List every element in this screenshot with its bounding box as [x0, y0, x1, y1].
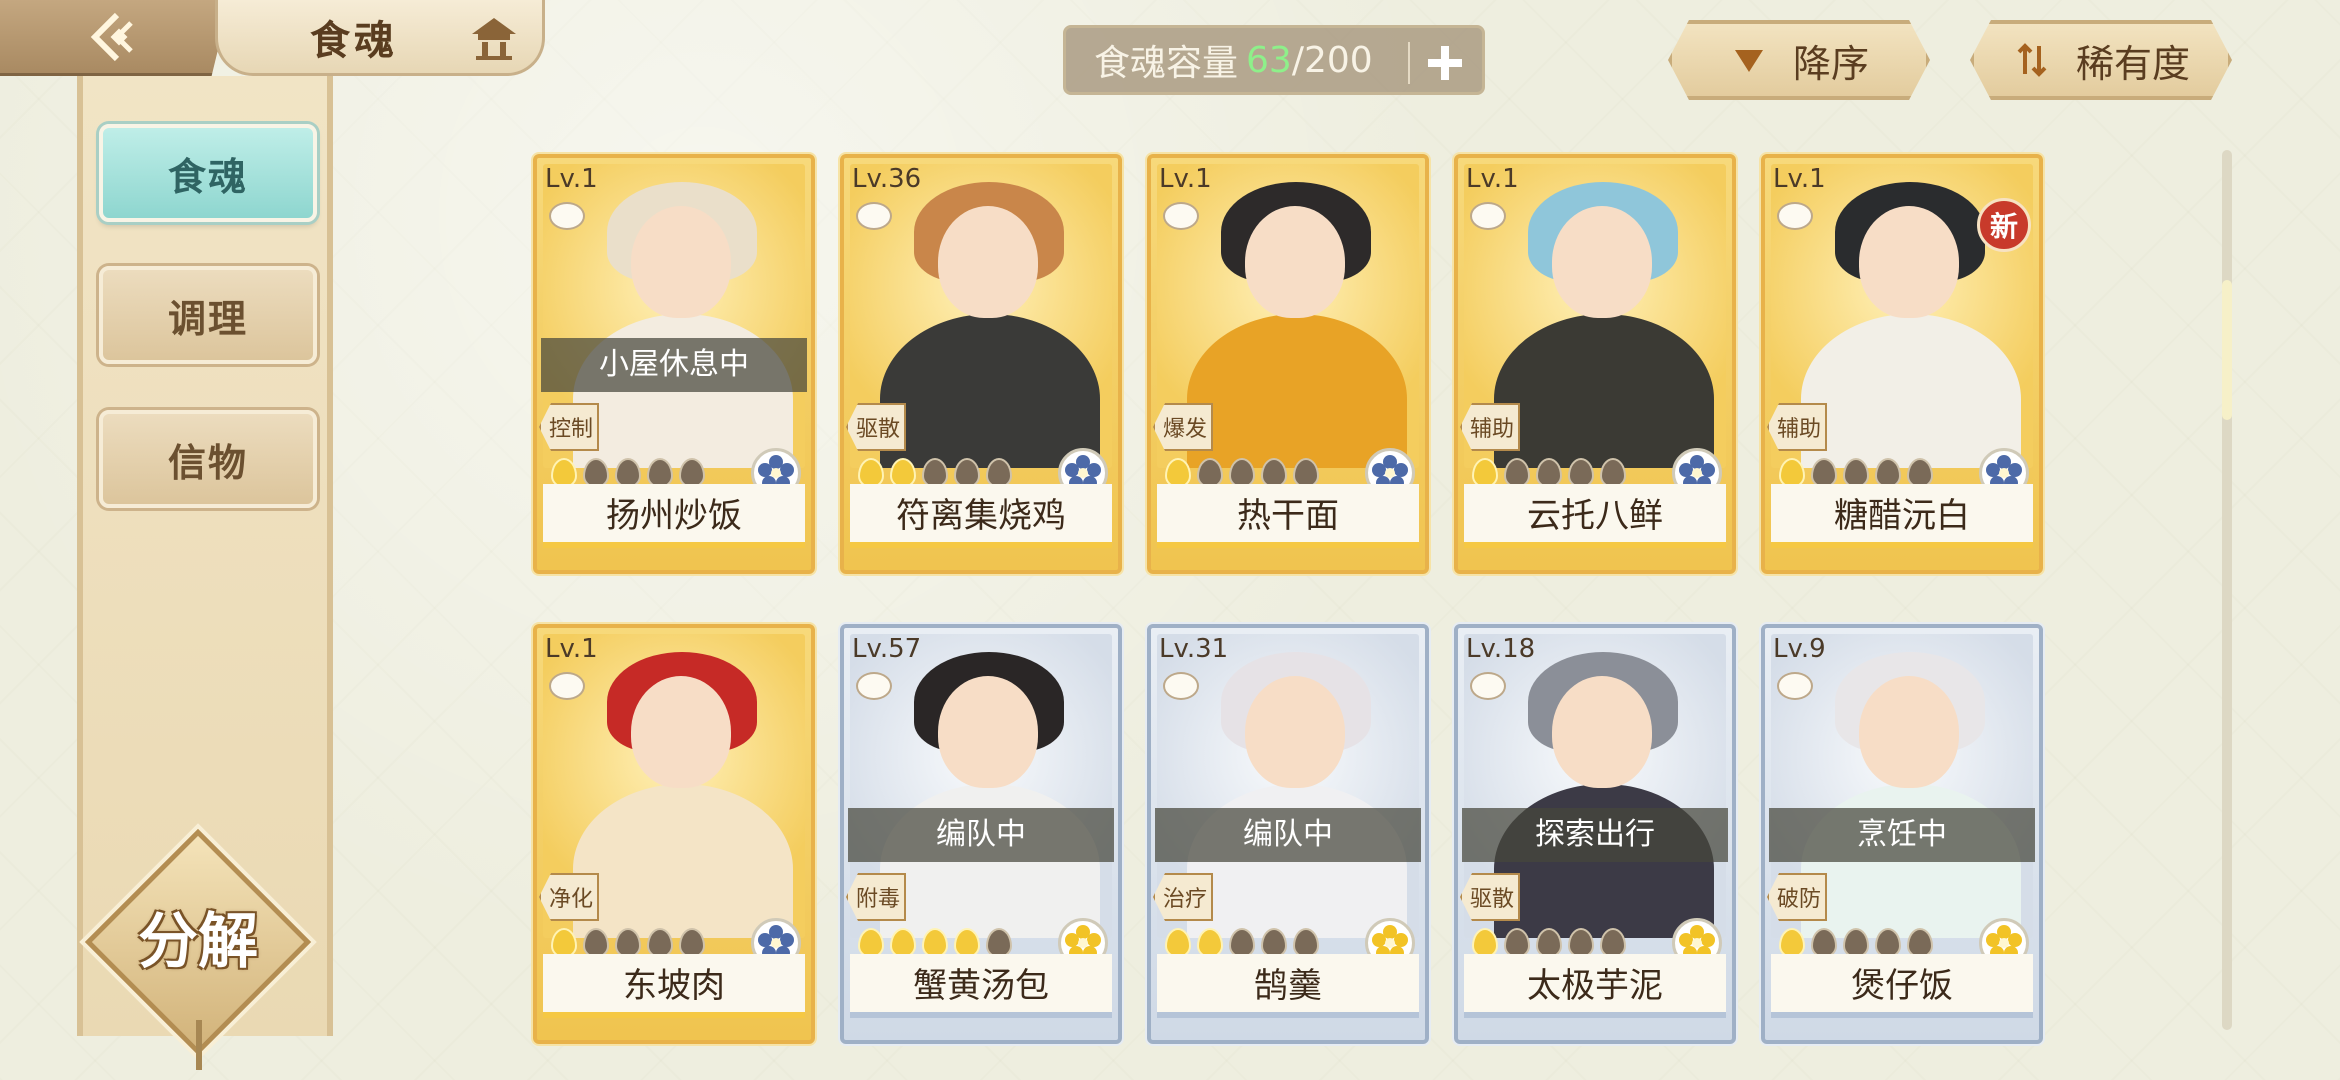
character-body — [573, 784, 793, 938]
bowl-icon — [1470, 672, 1506, 700]
card-name: 鹄羹 — [1157, 954, 1419, 1018]
food-soul-card[interactable]: Lv.1 爆发热干面 — [1147, 154, 1429, 574]
bowl-icon — [856, 672, 892, 700]
card-level: Lv.31 — [1159, 634, 1229, 664]
bowl-icon — [1777, 672, 1813, 700]
character-face — [631, 206, 731, 318]
card-name: 煲仔饭 — [1771, 954, 2033, 1018]
card-level: Lv.18 — [1466, 634, 1536, 664]
card-name: 糖醋沅白 — [1771, 484, 2033, 548]
character-body — [1494, 314, 1714, 468]
new-badge: 新 — [1977, 198, 2031, 252]
role-tag: 控制 — [539, 403, 599, 451]
divider — [1408, 42, 1410, 84]
card-name: 符离集烧鸡 — [850, 484, 1112, 548]
role-tag: 治疗 — [1153, 873, 1213, 921]
card-status: 探索出行 — [1462, 808, 1728, 862]
tassel-decoration — [196, 1020, 202, 1070]
character-face — [938, 676, 1038, 788]
sort-arrows-icon — [2012, 40, 2052, 80]
character-face — [1859, 206, 1959, 318]
food-soul-card[interactable]: Lv.1 辅助云托八鲜 — [1454, 154, 1736, 574]
character-face — [1859, 676, 1959, 788]
food-soul-card[interactable]: Lv.31 编队中治疗鹄羹 — [1147, 624, 1429, 1044]
role-tag: 驱散 — [846, 403, 906, 451]
role-tag: 爆发 — [1153, 403, 1213, 451]
role-tag: 破防 — [1767, 873, 1827, 921]
bowl-icon — [549, 672, 585, 700]
role-tag: 辅助 — [1767, 403, 1827, 451]
card-status: 编队中 — [1155, 808, 1421, 862]
bowl-icon — [856, 202, 892, 230]
character-face — [1245, 206, 1345, 318]
food-soul-card[interactable]: Lv.18 探索出行驱散太极芋泥 — [1454, 624, 1736, 1044]
card-level: Lv.1 — [1159, 164, 1212, 194]
food-soul-card[interactable]: Lv.1 净化东坡肉 — [533, 624, 815, 1044]
bowl-icon — [549, 202, 585, 230]
bowl-icon — [1163, 202, 1199, 230]
role-tag: 净化 — [539, 873, 599, 921]
title-banner: 食魂 — [215, 0, 545, 76]
character-face — [1245, 676, 1345, 788]
page-title: 食魂 — [310, 17, 398, 64]
tab-label: 调理 — [167, 296, 248, 341]
descending-icon — [1729, 40, 1769, 80]
capacity-current: 63 — [1246, 39, 1292, 81]
character-face — [938, 206, 1038, 318]
role-tag: 驱散 — [1460, 873, 1520, 921]
tab-label: 信物 — [167, 440, 248, 485]
sort-rarity-label: 稀有度 — [2075, 41, 2190, 86]
tab-conditioning[interactable]: 调理 — [99, 266, 317, 364]
card-level: Lv.36 — [852, 164, 922, 194]
sort-order-label: 降序 — [1792, 41, 1869, 86]
card-level: Lv.1 — [1466, 164, 1519, 194]
sort-order-button[interactable]: 降序 — [1668, 20, 1930, 100]
capacity-max: /200 — [1291, 39, 1373, 81]
character-face — [1552, 206, 1652, 318]
home-icon[interactable] — [468, 14, 520, 62]
capacity-label: 食魂容量 — [1094, 43, 1239, 84]
bowl-icon — [1777, 202, 1813, 230]
expand-capacity-button[interactable] — [1424, 42, 1466, 84]
scrollbar-thumb[interactable] — [2222, 280, 2232, 420]
plus-icon — [1428, 46, 1462, 80]
tab-label: 食魂 — [167, 154, 248, 199]
character-body — [1187, 314, 1407, 468]
card-status: 烹饪中 — [1769, 808, 2035, 862]
character-face — [631, 676, 731, 788]
character-body — [880, 314, 1100, 468]
food-soul-card[interactable]: Lv.36 驱散符离集烧鸡 — [840, 154, 1122, 574]
card-status: 编队中 — [848, 808, 1114, 862]
card-name: 蟹黄汤包 — [850, 954, 1112, 1018]
role-tag: 辅助 — [1460, 403, 1520, 451]
card-status: 小屋休息中 — [541, 338, 807, 392]
card-level: Lv.1 — [1773, 164, 1826, 194]
tab-food-souls[interactable]: 食魂 — [99, 124, 317, 222]
food-soul-card[interactable]: Lv.1 新辅助糖醋沅白 — [1761, 154, 2043, 574]
role-tag: 附毒 — [846, 873, 906, 921]
tab-tokens[interactable]: 信物 — [99, 410, 317, 508]
card-level: Lv.1 — [545, 164, 598, 194]
top-header: 食魂 — [0, 0, 545, 76]
card-name: 扬州炒饭 — [543, 484, 805, 548]
character-face — [1552, 676, 1652, 788]
back-button[interactable] — [0, 0, 230, 76]
card-level: Lv.9 — [1773, 634, 1826, 664]
card-name: 东坡肉 — [543, 954, 805, 1018]
card-name: 太极芋泥 — [1464, 954, 1726, 1018]
card-name: 热干面 — [1157, 484, 1419, 548]
character-body — [1801, 314, 2021, 468]
card-name: 云托八鲜 — [1464, 484, 1726, 548]
food-soul-card[interactable]: Lv.57 编队中附毒蟹黄汤包 — [840, 624, 1122, 1044]
capacity-panel: 食魂容量 63 /200 — [1063, 25, 1485, 95]
food-soul-card[interactable]: Lv.9 烹饪中破防煲仔饭 — [1761, 624, 2043, 1044]
card-level: Lv.1 — [545, 634, 598, 664]
bowl-icon — [1470, 202, 1506, 230]
decompose-label[interactable]: 分解 — [118, 905, 278, 980]
bowl-icon — [1163, 672, 1199, 700]
food-soul-card[interactable]: Lv.1 小屋休息中控制扬州炒饭 — [533, 154, 815, 574]
back-arrow-icon — [87, 9, 143, 65]
card-level: Lv.57 — [852, 634, 922, 664]
sort-rarity-button[interactable]: 稀有度 — [1970, 20, 2232, 100]
